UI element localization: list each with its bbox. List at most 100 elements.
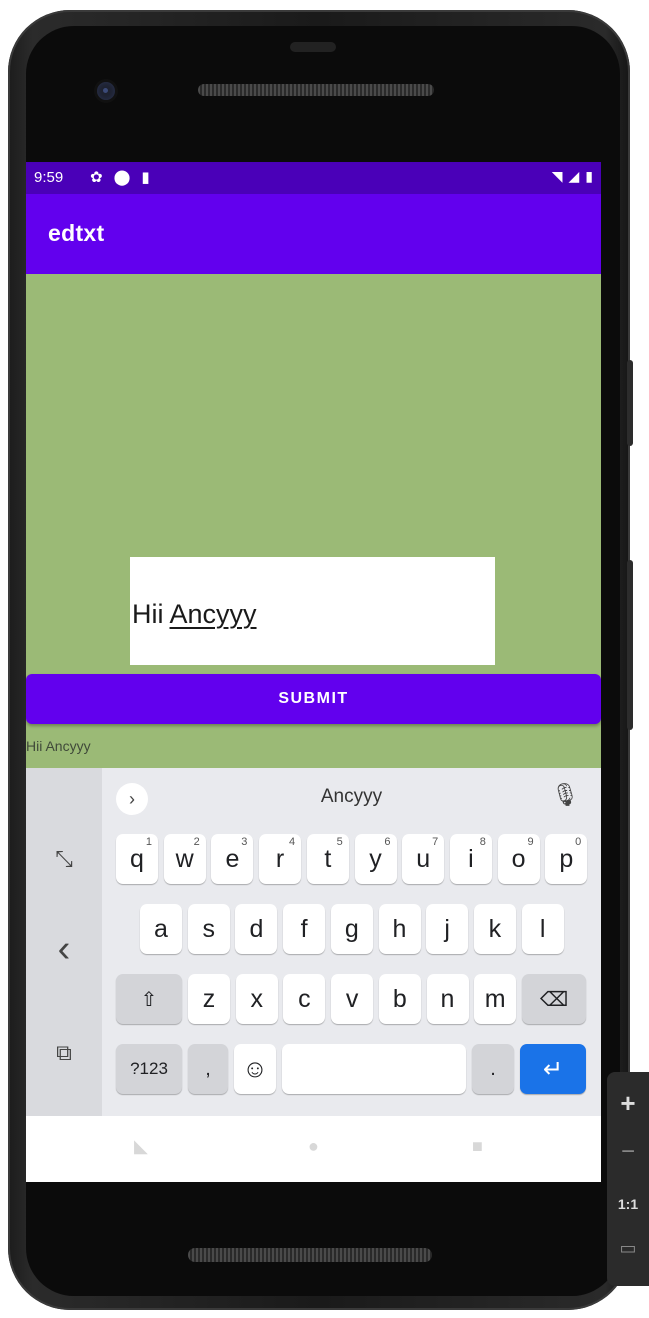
edit-text-value: Hii Ancyyy xyxy=(132,599,257,630)
key-w-hint: 2 xyxy=(193,836,200,848)
key-b-label: b xyxy=(392,984,407,1013)
soft-keyboard: ⤡ ‹ ⧉ › Ancyyy 🎙 q1w2e3r4t5y6u7i8o9p0asd… xyxy=(26,768,601,1116)
key-d[interactable]: d xyxy=(235,904,278,954)
key-l-label: l xyxy=(539,914,546,943)
key-w[interactable]: w2 xyxy=(163,834,206,884)
key-e[interactable]: e3 xyxy=(211,834,254,884)
suggestion-word[interactable]: Ancyyy xyxy=(102,786,601,808)
key-f[interactable]: f xyxy=(283,904,326,954)
period-key-label: . xyxy=(490,1057,496,1080)
key-y-hint: 6 xyxy=(384,836,391,848)
key-q-hint: 1 xyxy=(145,836,152,848)
key-b[interactable]: b xyxy=(378,974,421,1024)
emulator-zoom-panel: + − 1:1 ▭ xyxy=(607,1072,649,1286)
key-h[interactable]: h xyxy=(378,904,421,954)
key-r[interactable]: r4 xyxy=(259,834,302,884)
proximity-sensor xyxy=(290,42,336,52)
power-button[interactable] xyxy=(627,360,633,446)
key-n[interactable]: n xyxy=(426,974,469,1024)
recents-nav-icon[interactable]: ■ xyxy=(472,1136,483,1157)
fit-screen-icon[interactable]: ▭ xyxy=(607,1238,649,1259)
zoom-in-button[interactable]: + xyxy=(607,1088,649,1119)
device-screen: 9:59 ✿ ⬤ ▮ ◥ ◢ ▮ edtxt Hii Ancyyy SUBMIT… xyxy=(26,162,601,1182)
key-o-hint: 9 xyxy=(527,836,534,848)
key-d-label: d xyxy=(249,914,264,943)
status-time: 9:59 xyxy=(34,169,64,186)
key-m[interactable]: m xyxy=(474,974,517,1024)
key-i[interactable]: i8 xyxy=(449,834,492,884)
key-q-label: q xyxy=(130,844,144,873)
zoom-ratio-button[interactable]: 1:1 xyxy=(607,1196,649,1212)
symbols-key[interactable]: ?123 xyxy=(116,1044,182,1094)
key-y[interactable]: y6 xyxy=(354,834,397,884)
home-nav-icon[interactable]: ● xyxy=(308,1136,319,1157)
key-s[interactable]: s xyxy=(187,904,230,954)
key-u[interactable]: u7 xyxy=(402,834,445,884)
key-o[interactable]: o9 xyxy=(497,834,540,884)
navigation-bar: ◣ ● ■ xyxy=(26,1116,601,1182)
key-n-label: n xyxy=(440,984,455,1013)
emoji-key[interactable]: ☺ xyxy=(234,1044,276,1094)
key-h-label: h xyxy=(392,914,407,943)
zoom-out-button[interactable]: − xyxy=(607,1138,649,1166)
status-system-icons: ◥ ◢ ▮ xyxy=(552,168,593,185)
key-r-hint: 4 xyxy=(288,836,296,848)
back-nav-icon[interactable]: ◣ xyxy=(134,1136,148,1157)
submit-button[interactable]: SUBMIT xyxy=(26,674,601,724)
sd-card-icon: ▮ xyxy=(141,169,150,186)
volume-button[interactable] xyxy=(627,560,633,730)
battery-icon: ▮ xyxy=(585,168,593,184)
key-e-label: e xyxy=(225,844,240,873)
key-t[interactable]: t5 xyxy=(306,834,349,884)
earpiece-speaker xyxy=(198,84,434,96)
floating-keyboard-icon[interactable]: ⧉ xyxy=(26,1040,102,1066)
key-i-hint: 8 xyxy=(479,836,486,848)
key-k[interactable]: k xyxy=(473,904,516,954)
signal-icon: ◢ xyxy=(568,168,580,184)
key-q[interactable]: q1 xyxy=(116,834,158,884)
comma-key[interactable]: , xyxy=(188,1044,228,1094)
key-t-label: t xyxy=(324,844,332,873)
key-x[interactable]: x xyxy=(235,974,278,1024)
status-bar: 9:59 ✿ ⬤ ▮ ◥ ◢ ▮ xyxy=(26,162,601,194)
space-key[interactable] xyxy=(282,1044,466,1094)
key-i-label: i xyxy=(468,844,474,873)
collapse-chevron-icon[interactable]: ‹ xyxy=(26,928,102,971)
output-text: Hii Ancyyy xyxy=(26,738,91,754)
play-protect-icon: ⬤ xyxy=(113,169,131,186)
key-p[interactable]: p0 xyxy=(545,834,588,884)
backspace-key-label: ⌫ xyxy=(539,988,569,1011)
key-g-label: g xyxy=(344,914,359,943)
key-u-hint: 7 xyxy=(432,836,439,848)
key-y-label: y xyxy=(369,844,382,873)
key-j[interactable]: j xyxy=(426,904,469,954)
backspace-key[interactable]: ⌫ xyxy=(522,974,586,1024)
key-e-hint: 3 xyxy=(241,836,248,848)
period-key[interactable]: . xyxy=(472,1044,514,1094)
mic-icon[interactable]: 🎙 xyxy=(551,782,579,808)
key-c[interactable]: c xyxy=(283,974,326,1024)
app-title: edtxt xyxy=(48,220,105,246)
shift-key-label: ⇧ xyxy=(140,988,158,1011)
key-o-label: o xyxy=(511,844,526,873)
enter-key[interactable]: ↵ xyxy=(520,1044,586,1094)
bottom-speaker xyxy=(188,1248,432,1262)
key-z[interactable]: z xyxy=(188,974,230,1024)
resize-icon[interactable]: ⤡ xyxy=(26,846,102,872)
key-v[interactable]: v xyxy=(331,974,374,1024)
key-m-label: m xyxy=(484,984,506,1013)
key-p-hint: 0 xyxy=(575,836,582,848)
edit-text-word: Hii xyxy=(132,599,170,629)
settings-icon: ✿ xyxy=(90,169,103,186)
shift-key[interactable]: ⇧ xyxy=(116,974,182,1024)
key-x-label: x xyxy=(250,984,263,1013)
key-p-label: p xyxy=(559,844,574,873)
emoji-key-label: ☺ xyxy=(242,1054,268,1083)
key-g[interactable]: g xyxy=(330,904,373,954)
keyboard-side-panel: ⤡ ‹ ⧉ xyxy=(26,768,102,1116)
key-s-label: s xyxy=(202,914,215,943)
key-a[interactable]: a xyxy=(140,904,182,954)
enter-key-label: ↵ xyxy=(542,1055,564,1083)
edit-text-field[interactable]: Hii Ancyyy xyxy=(130,557,495,665)
key-l[interactable]: l xyxy=(521,904,564,954)
